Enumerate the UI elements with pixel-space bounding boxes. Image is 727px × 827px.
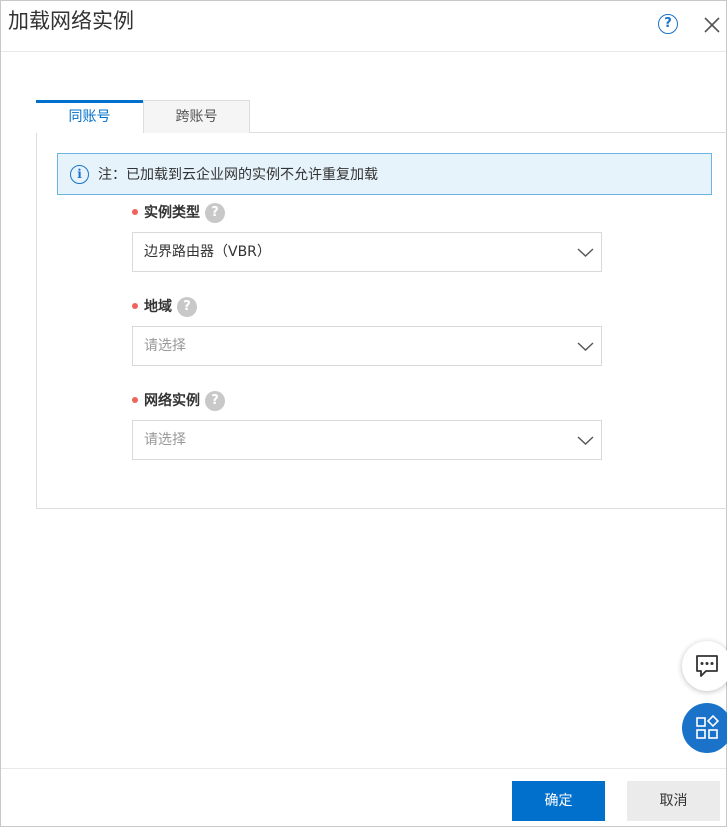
instance-type-label: 实例类型? <box>132 202 225 224</box>
network-instance-select[interactable]: 请选择 <box>132 420 602 460</box>
help-icon[interactable]: ? <box>658 14 678 34</box>
instance-type-select[interactable]: 边界路由器（VBR） <box>132 232 602 272</box>
close-icon[interactable] <box>703 16 721 34</box>
apps-grid-icon[interactable] <box>682 703 727 753</box>
network-instance-placeholder: 请选择 <box>144 432 186 448</box>
network-instance-label-text: 网络实例 <box>144 393 200 409</box>
tab-divider <box>250 132 727 133</box>
chevron-down-icon <box>577 436 594 445</box>
chat-bubble-icon[interactable] <box>682 641 727 691</box>
instance-type-label-text: 实例类型 <box>144 205 200 221</box>
question-icon[interactable]: ? <box>205 203 225 223</box>
region-label-text: 地域 <box>144 299 172 315</box>
dialog-title: 加载网络实例 <box>8 9 134 33</box>
region-label: 地域? <box>132 296 197 318</box>
chevron-down-icon <box>577 248 594 257</box>
required-dot <box>132 303 138 309</box>
notice-text: 注：已加载到云企业网的实例不允许重复加载 <box>98 167 378 183</box>
tab-cross-account[interactable]: 跨账号 <box>143 100 250 133</box>
cancel-button[interactable]: 取消 <box>627 781 720 821</box>
notice-banner: i 注：已加载到云企业网的实例不允许重复加载 <box>57 153 712 195</box>
question-icon[interactable]: ? <box>205 391 225 411</box>
required-dot <box>132 397 138 403</box>
required-dot <box>132 209 138 215</box>
network-instance-label: 网络实例? <box>132 390 225 412</box>
info-icon: i <box>70 165 89 184</box>
confirm-button[interactable]: 确定 <box>512 781 605 821</box>
load-network-instance-dialog: 加载网络实例 ? 同账号 跨账号 i 注：已加载到云企业网的实例不允许重复加载 … <box>0 0 727 827</box>
question-icon[interactable]: ? <box>177 297 197 317</box>
dialog-header: 加载网络实例 ? <box>1 1 726 52</box>
instance-type-value: 边界路由器（VBR） <box>144 244 271 260</box>
region-placeholder: 请选择 <box>144 338 186 354</box>
tab-same-account[interactable]: 同账号 <box>36 100 143 133</box>
dialog-footer <box>1 768 726 826</box>
region-select[interactable]: 请选择 <box>132 326 602 366</box>
chevron-down-icon <box>577 342 594 351</box>
